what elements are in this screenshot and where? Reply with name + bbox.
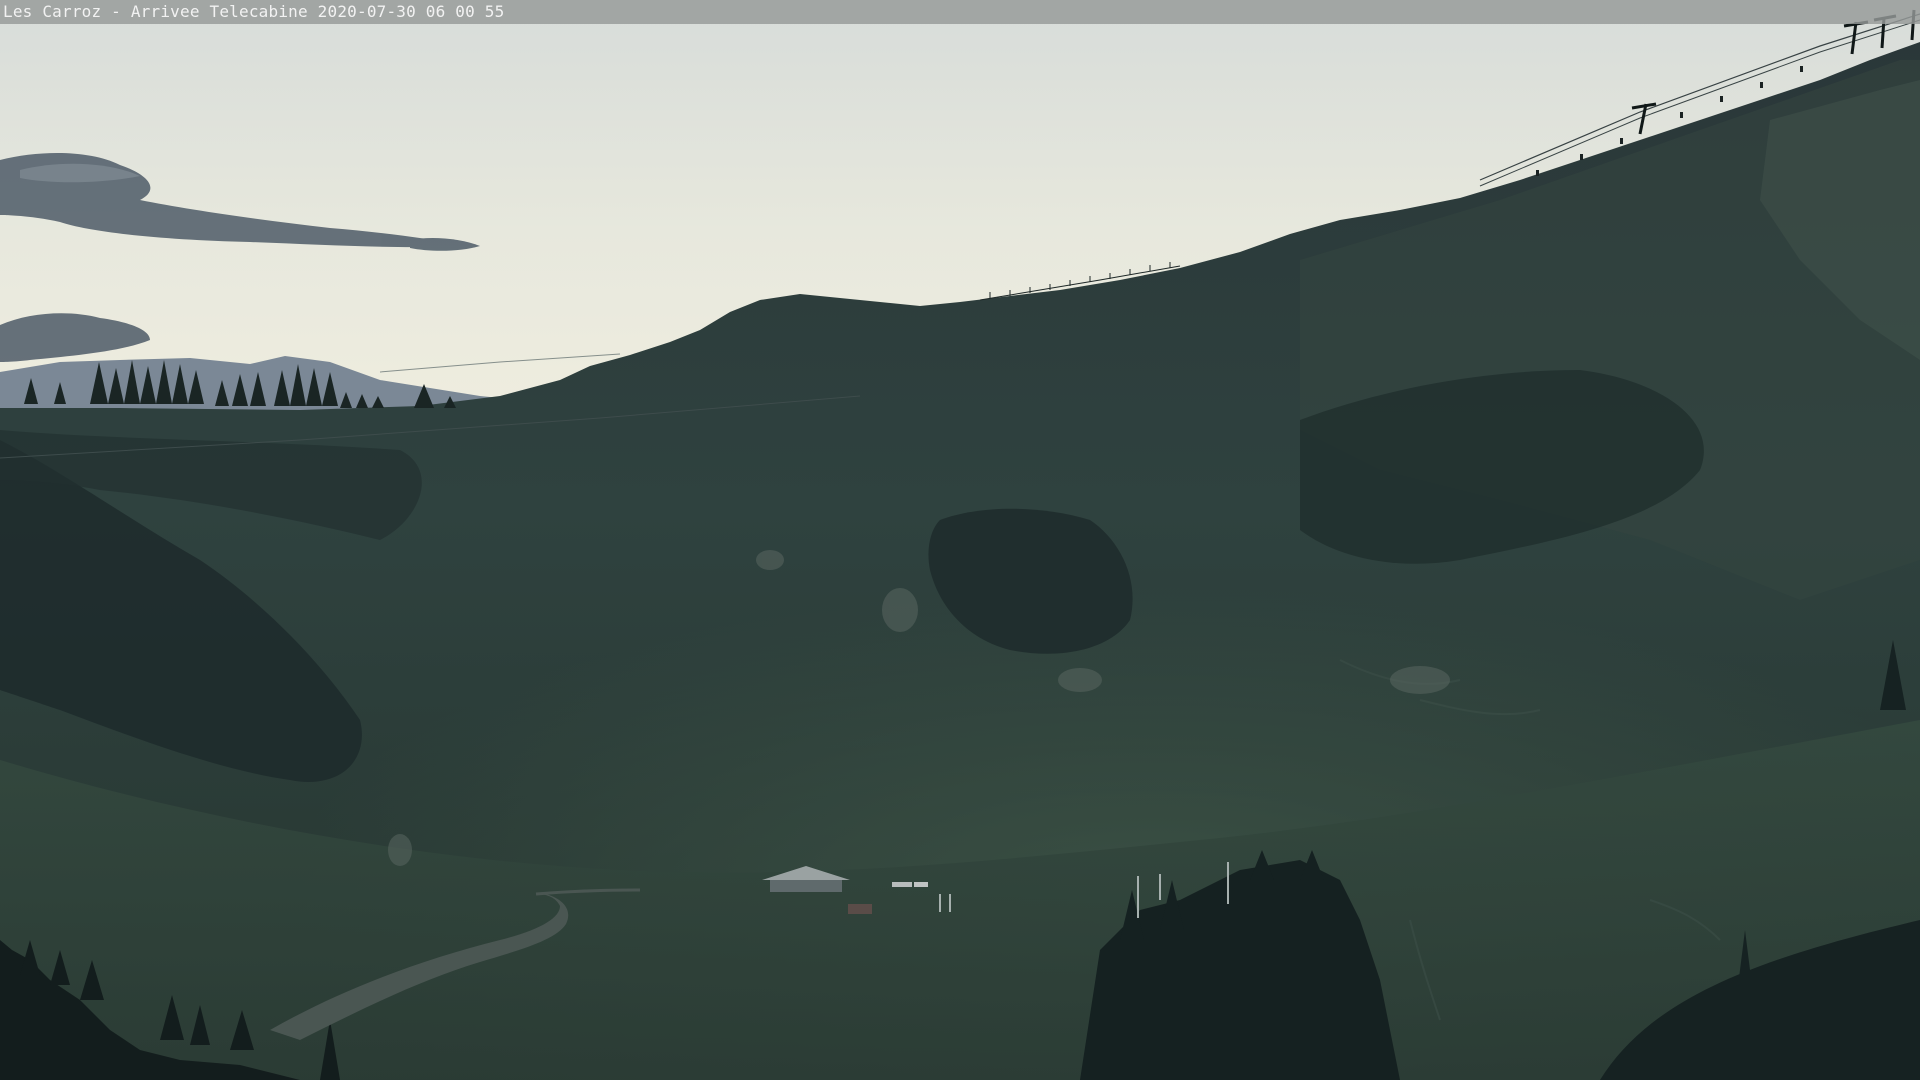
timestamp-bar: Les Carroz - Arrivee Telecabine 2020-07-… [0,0,1920,24]
webcam-frame: Les Carroz - Arrivee Telecabine 2020-07-… [0,0,1920,1080]
camera-caption: Les Carroz - Arrivee Telecabine 2020-07-… [3,2,505,21]
webcam-scene [0,0,1920,1080]
